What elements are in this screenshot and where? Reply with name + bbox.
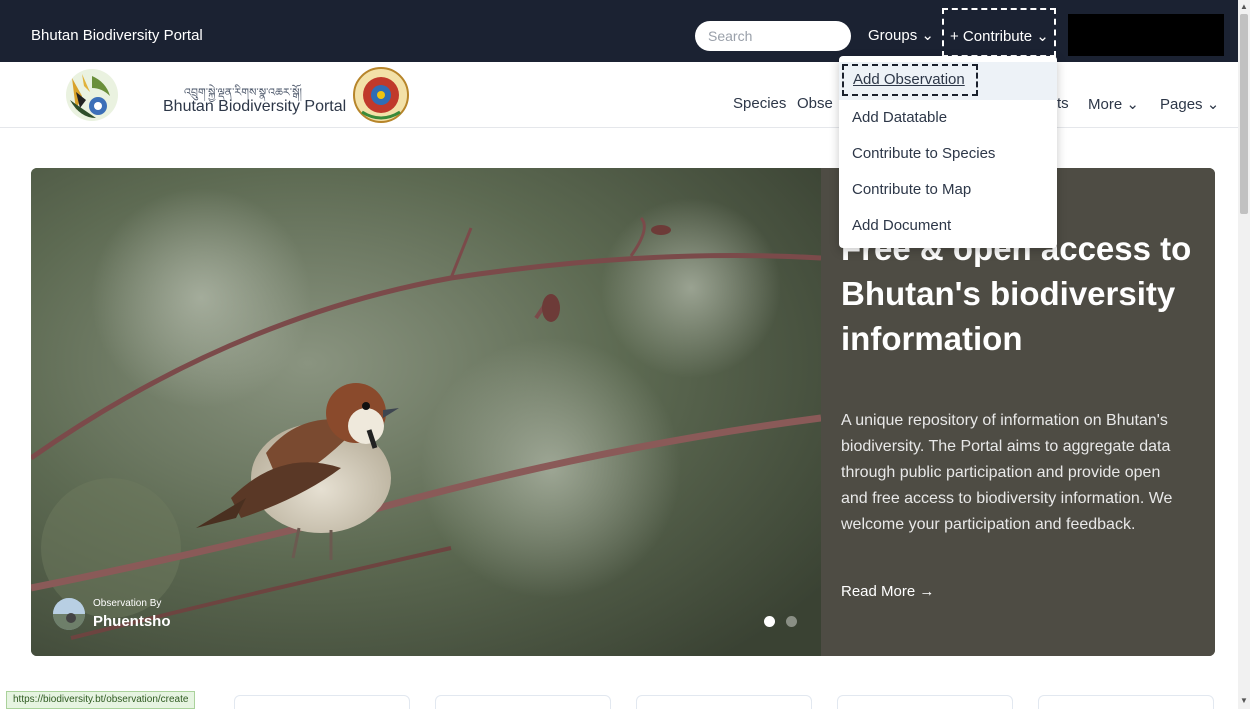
- nav-more[interactable]: More ⌄: [1088, 95, 1139, 113]
- observation-by-label: Observation By: [93, 598, 162, 609]
- bhutan-emblem-icon: [353, 67, 409, 123]
- nav-species[interactable]: Species: [733, 95, 786, 112]
- site-title[interactable]: Bhutan Biodiversity Portal: [31, 27, 203, 44]
- feature-card[interactable]: [1038, 695, 1214, 709]
- hero-bird-photo: [31, 168, 821, 656]
- portal-logo-icon[interactable]: [62, 66, 122, 124]
- observer-avatar[interactable]: [53, 598, 85, 630]
- menu-item-contribute-species[interactable]: Contribute to Species: [852, 145, 995, 162]
- contribute-dropdown-menu: Add Observation Add Datatable Contribute…: [839, 56, 1057, 248]
- feature-card[interactable]: [636, 695, 812, 709]
- menu-item-contribute-map[interactable]: Contribute to Map: [852, 181, 971, 198]
- scrollbar-thumb[interactable]: [1240, 14, 1248, 214]
- feature-card[interactable]: [435, 695, 611, 709]
- read-more-link[interactable]: Read More →: [841, 583, 934, 600]
- menu-item-add-datatable[interactable]: Add Datatable: [852, 109, 947, 126]
- user-account-area[interactable]: [1068, 14, 1224, 56]
- contribute-menu-button[interactable]: + Contribute ⌄: [942, 8, 1056, 57]
- scroll-up-icon[interactable]: ▲: [1240, 2, 1248, 11]
- status-bar-url: https://biodiversity.bt/observation/crea…: [6, 691, 196, 709]
- menu-item-add-observation[interactable]: Add Observation: [842, 64, 978, 96]
- nav-item-partial[interactable]: ts: [1057, 95, 1069, 112]
- observer-name[interactable]: Phuentsho: [93, 613, 171, 630]
- carousel-dot[interactable]: [786, 616, 797, 627]
- feature-card[interactable]: [234, 695, 410, 709]
- hero-description: A unique repository of information on Bh…: [841, 412, 1173, 533]
- nav-pages[interactable]: Pages ⌄: [1160, 95, 1219, 113]
- top-navbar: Bhutan Biodiversity Portal Search Groups…: [0, 0, 1238, 62]
- search-input[interactable]: Search: [695, 21, 851, 51]
- portal-name[interactable]: Bhutan Biodiversity Portal: [163, 98, 346, 116]
- scroll-down-icon[interactable]: ▼: [1240, 696, 1248, 705]
- nav-observations[interactable]: Obse: [797, 95, 841, 112]
- carousel-dot-active[interactable]: [764, 616, 775, 627]
- menu-item-add-document[interactable]: Add Document: [852, 217, 951, 234]
- feature-card[interactable]: [837, 695, 1013, 709]
- groups-menu[interactable]: Groups ⌄: [868, 26, 934, 44]
